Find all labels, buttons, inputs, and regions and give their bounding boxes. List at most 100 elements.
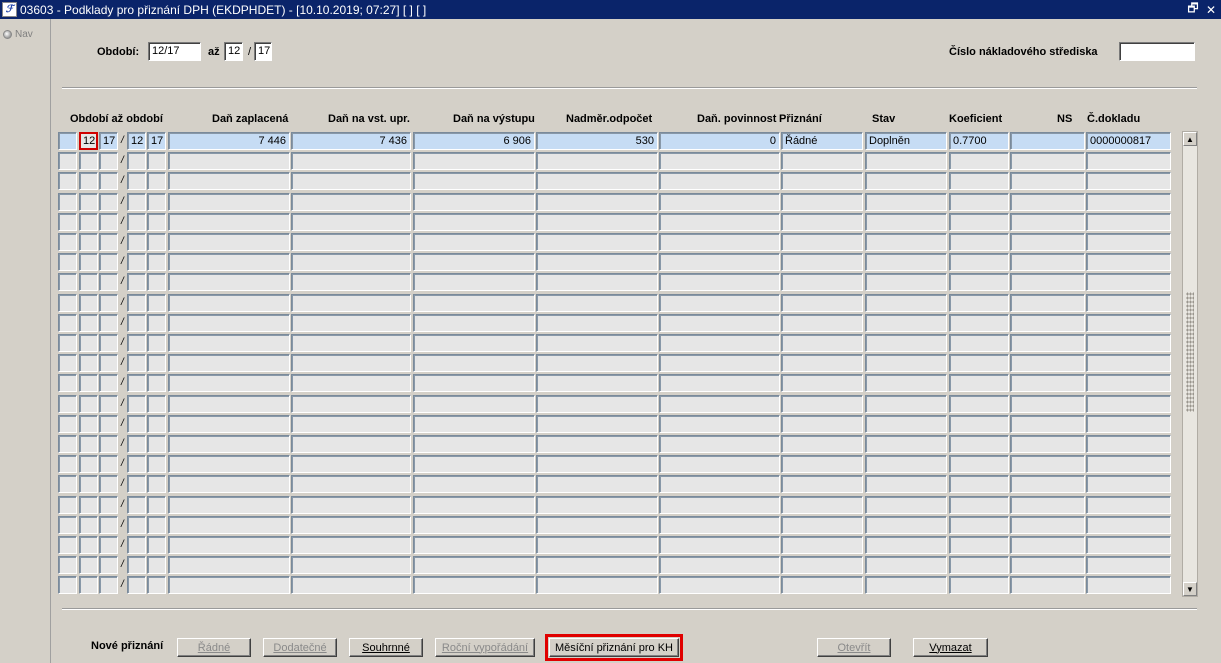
- cell-c-dokladu[interactable]: [1086, 213, 1171, 231]
- cell-do-month[interactable]: [127, 475, 146, 493]
- cell-do-year[interactable]: [147, 172, 166, 190]
- cell-koeficient[interactable]: [949, 273, 1009, 291]
- cell-koeficient[interactable]: [949, 334, 1009, 352]
- cell-dan-zaplacena[interactable]: [168, 536, 290, 554]
- cell-do-year[interactable]: [147, 213, 166, 231]
- cell-dan-zaplacena[interactable]: [168, 172, 290, 190]
- cell-od-month[interactable]: [79, 314, 98, 332]
- cell-nadmer-odpocet[interactable]: [536, 395, 658, 413]
- cell-stav[interactable]: [865, 475, 947, 493]
- cell-dan-vst-upr[interactable]: [291, 395, 411, 413]
- cell-koeficient[interactable]: 0.7700: [949, 132, 1009, 150]
- cell-do-year[interactable]: [147, 354, 166, 372]
- cell-od-year[interactable]: [99, 395, 118, 413]
- cell-dan-zaplacena[interactable]: [168, 435, 290, 453]
- cell-koeficient[interactable]: [949, 435, 1009, 453]
- cell-priznani[interactable]: [781, 415, 863, 433]
- cell-do-month[interactable]: [127, 193, 146, 211]
- row-selector[interactable]: [58, 233, 77, 251]
- cell-c-dokladu[interactable]: [1086, 334, 1171, 352]
- cell-koeficient[interactable]: [949, 536, 1009, 554]
- cell-dan-zaplacena[interactable]: [168, 354, 290, 372]
- cell-od-year[interactable]: [99, 233, 118, 251]
- cell-dan-povinnost[interactable]: [659, 475, 780, 493]
- cell-koeficient[interactable]: [949, 496, 1009, 514]
- cell-od-month[interactable]: [79, 435, 98, 453]
- cell-od-month[interactable]: [79, 213, 98, 231]
- cell-ns[interactable]: [1010, 152, 1085, 170]
- cell-ns[interactable]: [1010, 536, 1085, 554]
- cell-dan-povinnost[interactable]: [659, 374, 780, 392]
- cell-priznani[interactable]: [781, 516, 863, 534]
- radne-button[interactable]: Řádné: [177, 638, 251, 657]
- cell-ns[interactable]: [1010, 354, 1085, 372]
- cell-priznani[interactable]: [781, 172, 863, 190]
- cell-dan-zaplacena[interactable]: [168, 475, 290, 493]
- cell-od-month[interactable]: [79, 193, 98, 211]
- cell-ns[interactable]: [1010, 516, 1085, 534]
- cell-ns[interactable]: [1010, 253, 1085, 271]
- cell-do-month[interactable]: [127, 294, 146, 312]
- cell-od-month[interactable]: [79, 273, 98, 291]
- cell-dan-na-vystupu[interactable]: [413, 556, 535, 574]
- cell-dan-vst-upr[interactable]: [291, 152, 411, 170]
- cell-koeficient[interactable]: [949, 193, 1009, 211]
- cell-dan-na-vystupu[interactable]: [413, 233, 535, 251]
- cell-koeficient[interactable]: [949, 395, 1009, 413]
- cell-dan-zaplacena[interactable]: [168, 516, 290, 534]
- cell-ns[interactable]: [1010, 193, 1085, 211]
- cell-dan-povinnost[interactable]: [659, 273, 780, 291]
- row-selector[interactable]: [58, 395, 77, 413]
- cell-dan-vst-upr[interactable]: [291, 273, 411, 291]
- cell-c-dokladu[interactable]: [1086, 395, 1171, 413]
- row-selector[interactable]: [58, 213, 77, 231]
- cell-od-year[interactable]: [99, 334, 118, 352]
- cell-stav[interactable]: [865, 374, 947, 392]
- cell-dan-vst-upr[interactable]: [291, 213, 411, 231]
- cell-priznani[interactable]: [781, 314, 863, 332]
- cell-dan-vst-upr[interactable]: [291, 455, 411, 473]
- cell-od-year[interactable]: [99, 213, 118, 231]
- cell-dan-zaplacena[interactable]: [168, 395, 290, 413]
- cell-dan-vst-upr[interactable]: [291, 233, 411, 251]
- cell-do-year[interactable]: [147, 516, 166, 534]
- cell-stav[interactable]: [865, 576, 947, 594]
- cell-nadmer-odpocet[interactable]: [536, 455, 658, 473]
- cell-nadmer-odpocet[interactable]: [536, 152, 658, 170]
- cell-do-month[interactable]: [127, 354, 146, 372]
- cell-dan-povinnost[interactable]: [659, 213, 780, 231]
- cell-do-month[interactable]: [127, 152, 146, 170]
- row-selector[interactable]: [58, 556, 77, 574]
- cell-ns[interactable]: [1010, 172, 1085, 190]
- row-selector[interactable]: [58, 273, 77, 291]
- cell-nadmer-odpocet[interactable]: [536, 374, 658, 392]
- cell-dan-zaplacena[interactable]: [168, 374, 290, 392]
- cell-dan-zaplacena[interactable]: [168, 314, 290, 332]
- cell-do-month[interactable]: [127, 395, 146, 413]
- row-selector[interactable]: [58, 354, 77, 372]
- cell-dan-vst-upr[interactable]: [291, 193, 411, 211]
- cell-ns[interactable]: [1010, 496, 1085, 514]
- cell-dan-povinnost[interactable]: [659, 334, 780, 352]
- cell-stav[interactable]: [865, 193, 947, 211]
- cell-c-dokladu[interactable]: [1086, 435, 1171, 453]
- cell-stav[interactable]: [865, 233, 947, 251]
- cell-do-year[interactable]: [147, 556, 166, 574]
- cell-do-year[interactable]: [147, 233, 166, 251]
- cell-od-year[interactable]: [99, 152, 118, 170]
- scroll-up-icon[interactable]: ▲: [1183, 132, 1197, 146]
- cell-priznani[interactable]: [781, 576, 863, 594]
- cell-c-dokladu[interactable]: [1086, 576, 1171, 594]
- cell-c-dokladu[interactable]: [1086, 253, 1171, 271]
- cell-ns[interactable]: [1010, 556, 1085, 574]
- cell-stav[interactable]: [865, 273, 947, 291]
- cell-stav[interactable]: [865, 516, 947, 534]
- cell-ns[interactable]: [1010, 395, 1085, 413]
- cell-od-month[interactable]: 12: [79, 132, 98, 150]
- cell-dan-povinnost[interactable]: [659, 576, 780, 594]
- cell-koeficient[interactable]: [949, 233, 1009, 251]
- cell-ns[interactable]: [1010, 233, 1085, 251]
- cell-do-year[interactable]: [147, 374, 166, 392]
- cell-dan-na-vystupu[interactable]: [413, 334, 535, 352]
- cell-nadmer-odpocet[interactable]: [536, 213, 658, 231]
